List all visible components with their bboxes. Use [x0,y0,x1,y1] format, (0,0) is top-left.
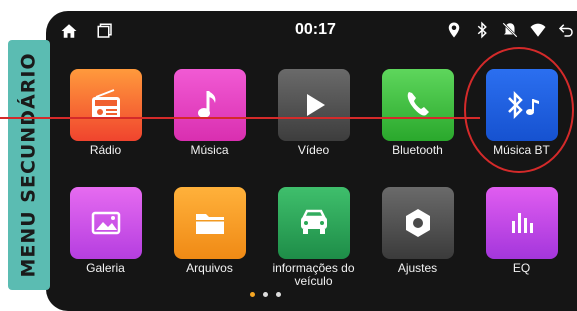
app-label: Galeria [86,261,125,275]
car-icon [300,209,327,234]
gallery-icon [91,211,120,235]
equalizer-icon [511,213,533,233]
app-label: Música [190,143,229,157]
folder-icon [195,214,224,234]
app-label: informações do veículo [272,261,355,288]
highlight-circle [464,47,574,173]
app-label: Bluetooth [392,143,443,157]
app-label: Ajustes [397,261,438,275]
page-indicator [250,292,281,297]
radio-icon [91,89,120,119]
secondary-menu-label: MENU SECUNDÁRIO [18,52,41,278]
app-bluetooth[interactable]: Bluetooth [370,69,465,157]
app-label: Arquivos [186,261,233,275]
app-files[interactable]: Arquivos [162,187,257,275]
settings-icon [405,209,430,237]
page-dot[interactable] [263,292,268,297]
bluetooth-status-icon [477,21,487,39]
recent-apps-icon[interactable] [96,22,114,40]
app-gallery[interactable]: Galeria [58,187,153,275]
wifi-icon [530,23,546,37]
page-dot[interactable] [276,292,281,297]
phone-icon [407,92,429,116]
app-label: Rádio [89,143,122,157]
app-vehicle-info[interactable]: informações do veículo [266,187,361,288]
app-settings[interactable]: Ajustes [370,187,465,275]
page-dot-active[interactable] [250,292,255,297]
app-equalizer[interactable]: EQ [474,187,569,275]
back-icon[interactable] [557,21,575,39]
highlight-line [0,117,480,119]
muted-bell-icon [502,22,518,38]
location-icon [448,22,460,38]
clock: 00:17 [295,21,336,38]
app-video[interactable]: Vídeo [266,69,361,157]
secondary-menu-tab: MENU SECUNDÁRIO [8,40,50,290]
app-radio[interactable]: Rádio [58,69,153,157]
status-bar: 00:17 [46,11,577,51]
app-music[interactable]: Música [162,69,257,157]
home-icon[interactable] [60,22,78,40]
play-icon [306,94,325,116]
music-note-icon [197,91,215,118]
app-label: Vídeo [297,143,330,157]
app-label: EQ [512,261,531,275]
